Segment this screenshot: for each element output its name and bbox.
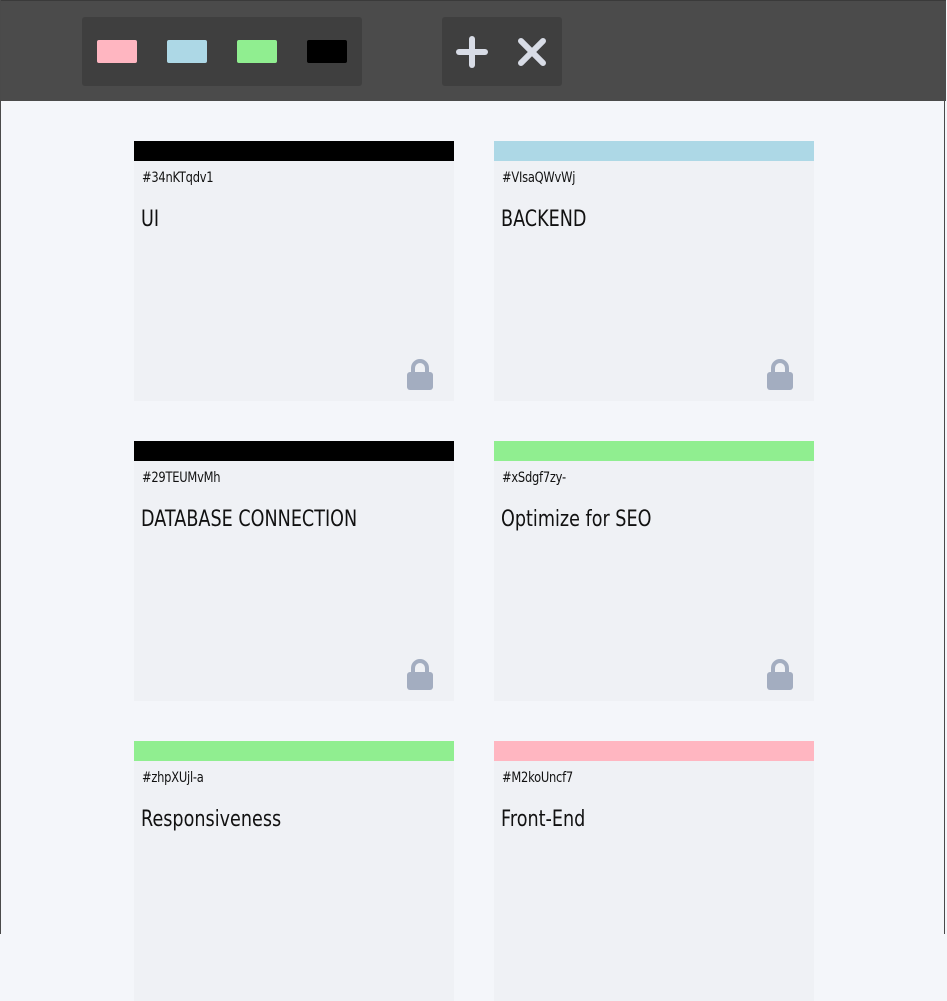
- note-title[interactable]: Front-End: [501, 807, 585, 832]
- note-card[interactable]: #34nKTqdv1 UI: [134, 141, 454, 401]
- color-swatch-light-green[interactable]: [237, 40, 277, 63]
- note-title[interactable]: DATABASE CONNECTION: [141, 507, 357, 532]
- notes-board: #34nKTqdv1 UI #VIsaQWvWj BACKEND #29TEUM…: [1, 101, 946, 1001]
- note-actions: [442, 17, 562, 86]
- note-card[interactable]: #M2koUncf7 Front-End: [494, 741, 814, 1001]
- close-icon: [518, 38, 546, 66]
- lock-button[interactable]: [766, 659, 794, 691]
- note-color-bar: [134, 741, 454, 761]
- color-swatch-pink[interactable]: [97, 40, 137, 63]
- note-title[interactable]: BACKEND: [501, 207, 586, 232]
- note-id: #zhpXUjl-a: [142, 770, 204, 786]
- note-title[interactable]: UI: [141, 207, 159, 232]
- note-card[interactable]: #zhpXUjl-a Responsiveness: [134, 741, 454, 1001]
- app-window: #34nKTqdv1 UI #VIsaQWvWj BACKEND #29TEUM…: [0, 0, 946, 1001]
- note-card[interactable]: #xSdgf7zy- Optimize for SEO: [494, 441, 814, 701]
- note-color-bar: [134, 441, 454, 461]
- note-id: #34nKTqdv1: [142, 170, 214, 186]
- note-id: #xSdgf7zy-: [502, 470, 566, 486]
- plus-icon: [456, 36, 488, 68]
- toolbar: [1, 0, 946, 101]
- note-color-bar: [494, 741, 814, 761]
- lock-icon: [767, 659, 793, 690]
- note-card[interactable]: #29TEUMvMh DATABASE CONNECTION: [134, 441, 454, 701]
- note-color-bar: [494, 441, 814, 461]
- note-color-bar: [494, 141, 814, 161]
- lock-icon: [407, 359, 433, 390]
- note-color-bar: [134, 141, 454, 161]
- color-swatch-light-blue[interactable]: [167, 40, 207, 63]
- lock-button[interactable]: [406, 659, 434, 691]
- delete-note-button[interactable]: [514, 34, 550, 70]
- note-card[interactable]: #VIsaQWvWj BACKEND: [494, 141, 814, 401]
- lock-button[interactable]: [766, 359, 794, 391]
- note-id: #29TEUMvMh: [142, 470, 221, 486]
- note-id: #VIsaQWvWj: [502, 170, 576, 186]
- lock-button[interactable]: [406, 359, 434, 391]
- lock-icon: [767, 359, 793, 390]
- note-title[interactable]: Responsiveness: [141, 807, 281, 832]
- lock-icon: [407, 659, 433, 690]
- color-picker: [82, 17, 362, 86]
- note-id: #M2koUncf7: [502, 770, 573, 786]
- color-swatch-black[interactable]: [307, 40, 347, 63]
- note-title[interactable]: Optimize for SEO: [501, 507, 651, 532]
- add-note-button[interactable]: [454, 34, 490, 70]
